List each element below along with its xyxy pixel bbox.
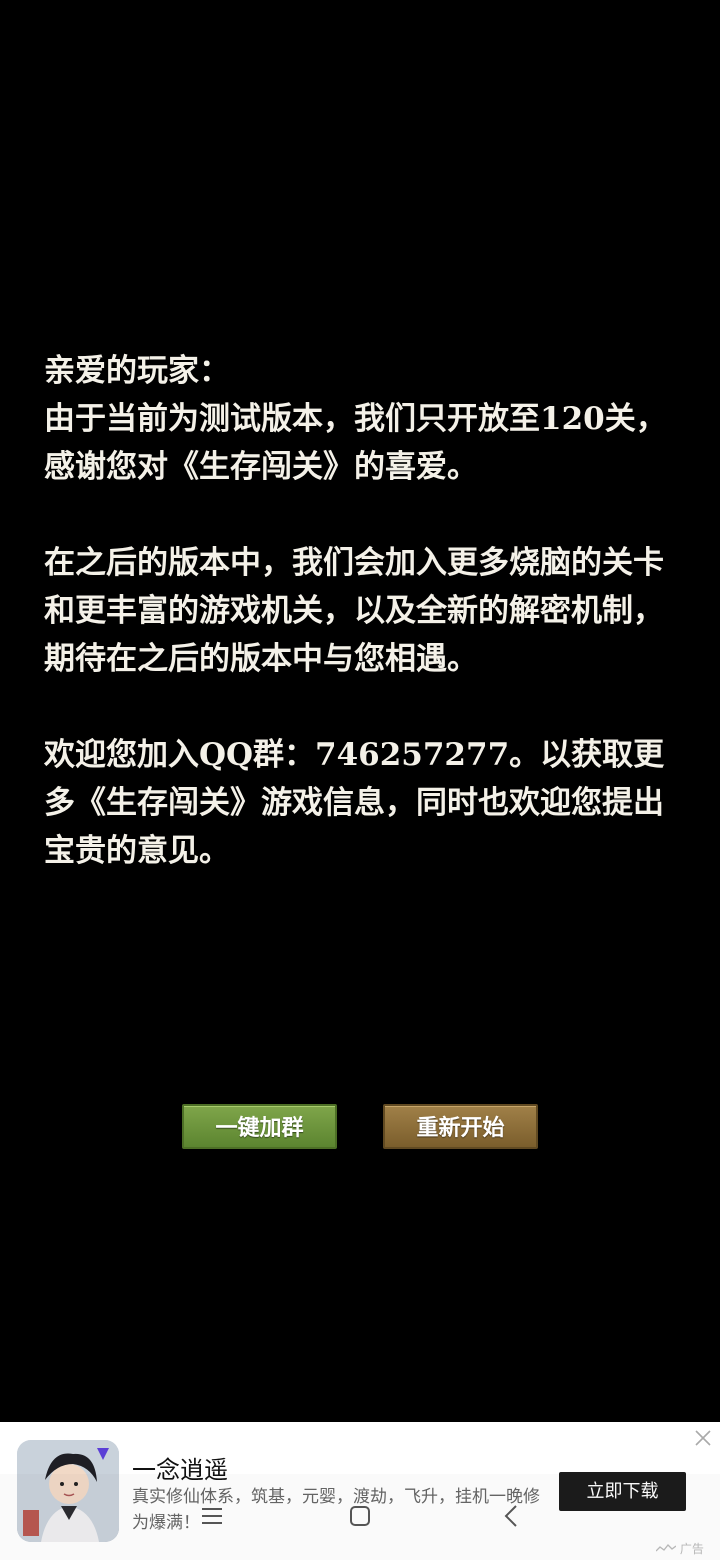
qq-group-invite: 欢迎您加入QQ群：746257277。以获取更多《生存闯关》游戏信息，同时也欢迎… [44,737,665,869]
system-navigation-bar [0,1474,720,1560]
menu-icon[interactable] [194,1500,230,1532]
restart-button[interactable]: 重新开始 [383,1104,538,1149]
future-version-notice: 在之后的版本中，我们会加入更多烧脑的关卡和更丰富的游戏机关，以及全新的解密机制，… [44,545,664,677]
test-version-notice: 由于当前为测试版本，我们只开放至120关，感谢您对《生存闯关》的喜爱。 [44,401,667,485]
close-icon[interactable] [692,1429,714,1451]
home-icon[interactable] [342,1500,378,1532]
greeting-text: 亲爱的玩家： [44,353,230,389]
join-group-button[interactable]: 一键加群 [182,1104,337,1149]
back-icon[interactable] [494,1500,530,1532]
